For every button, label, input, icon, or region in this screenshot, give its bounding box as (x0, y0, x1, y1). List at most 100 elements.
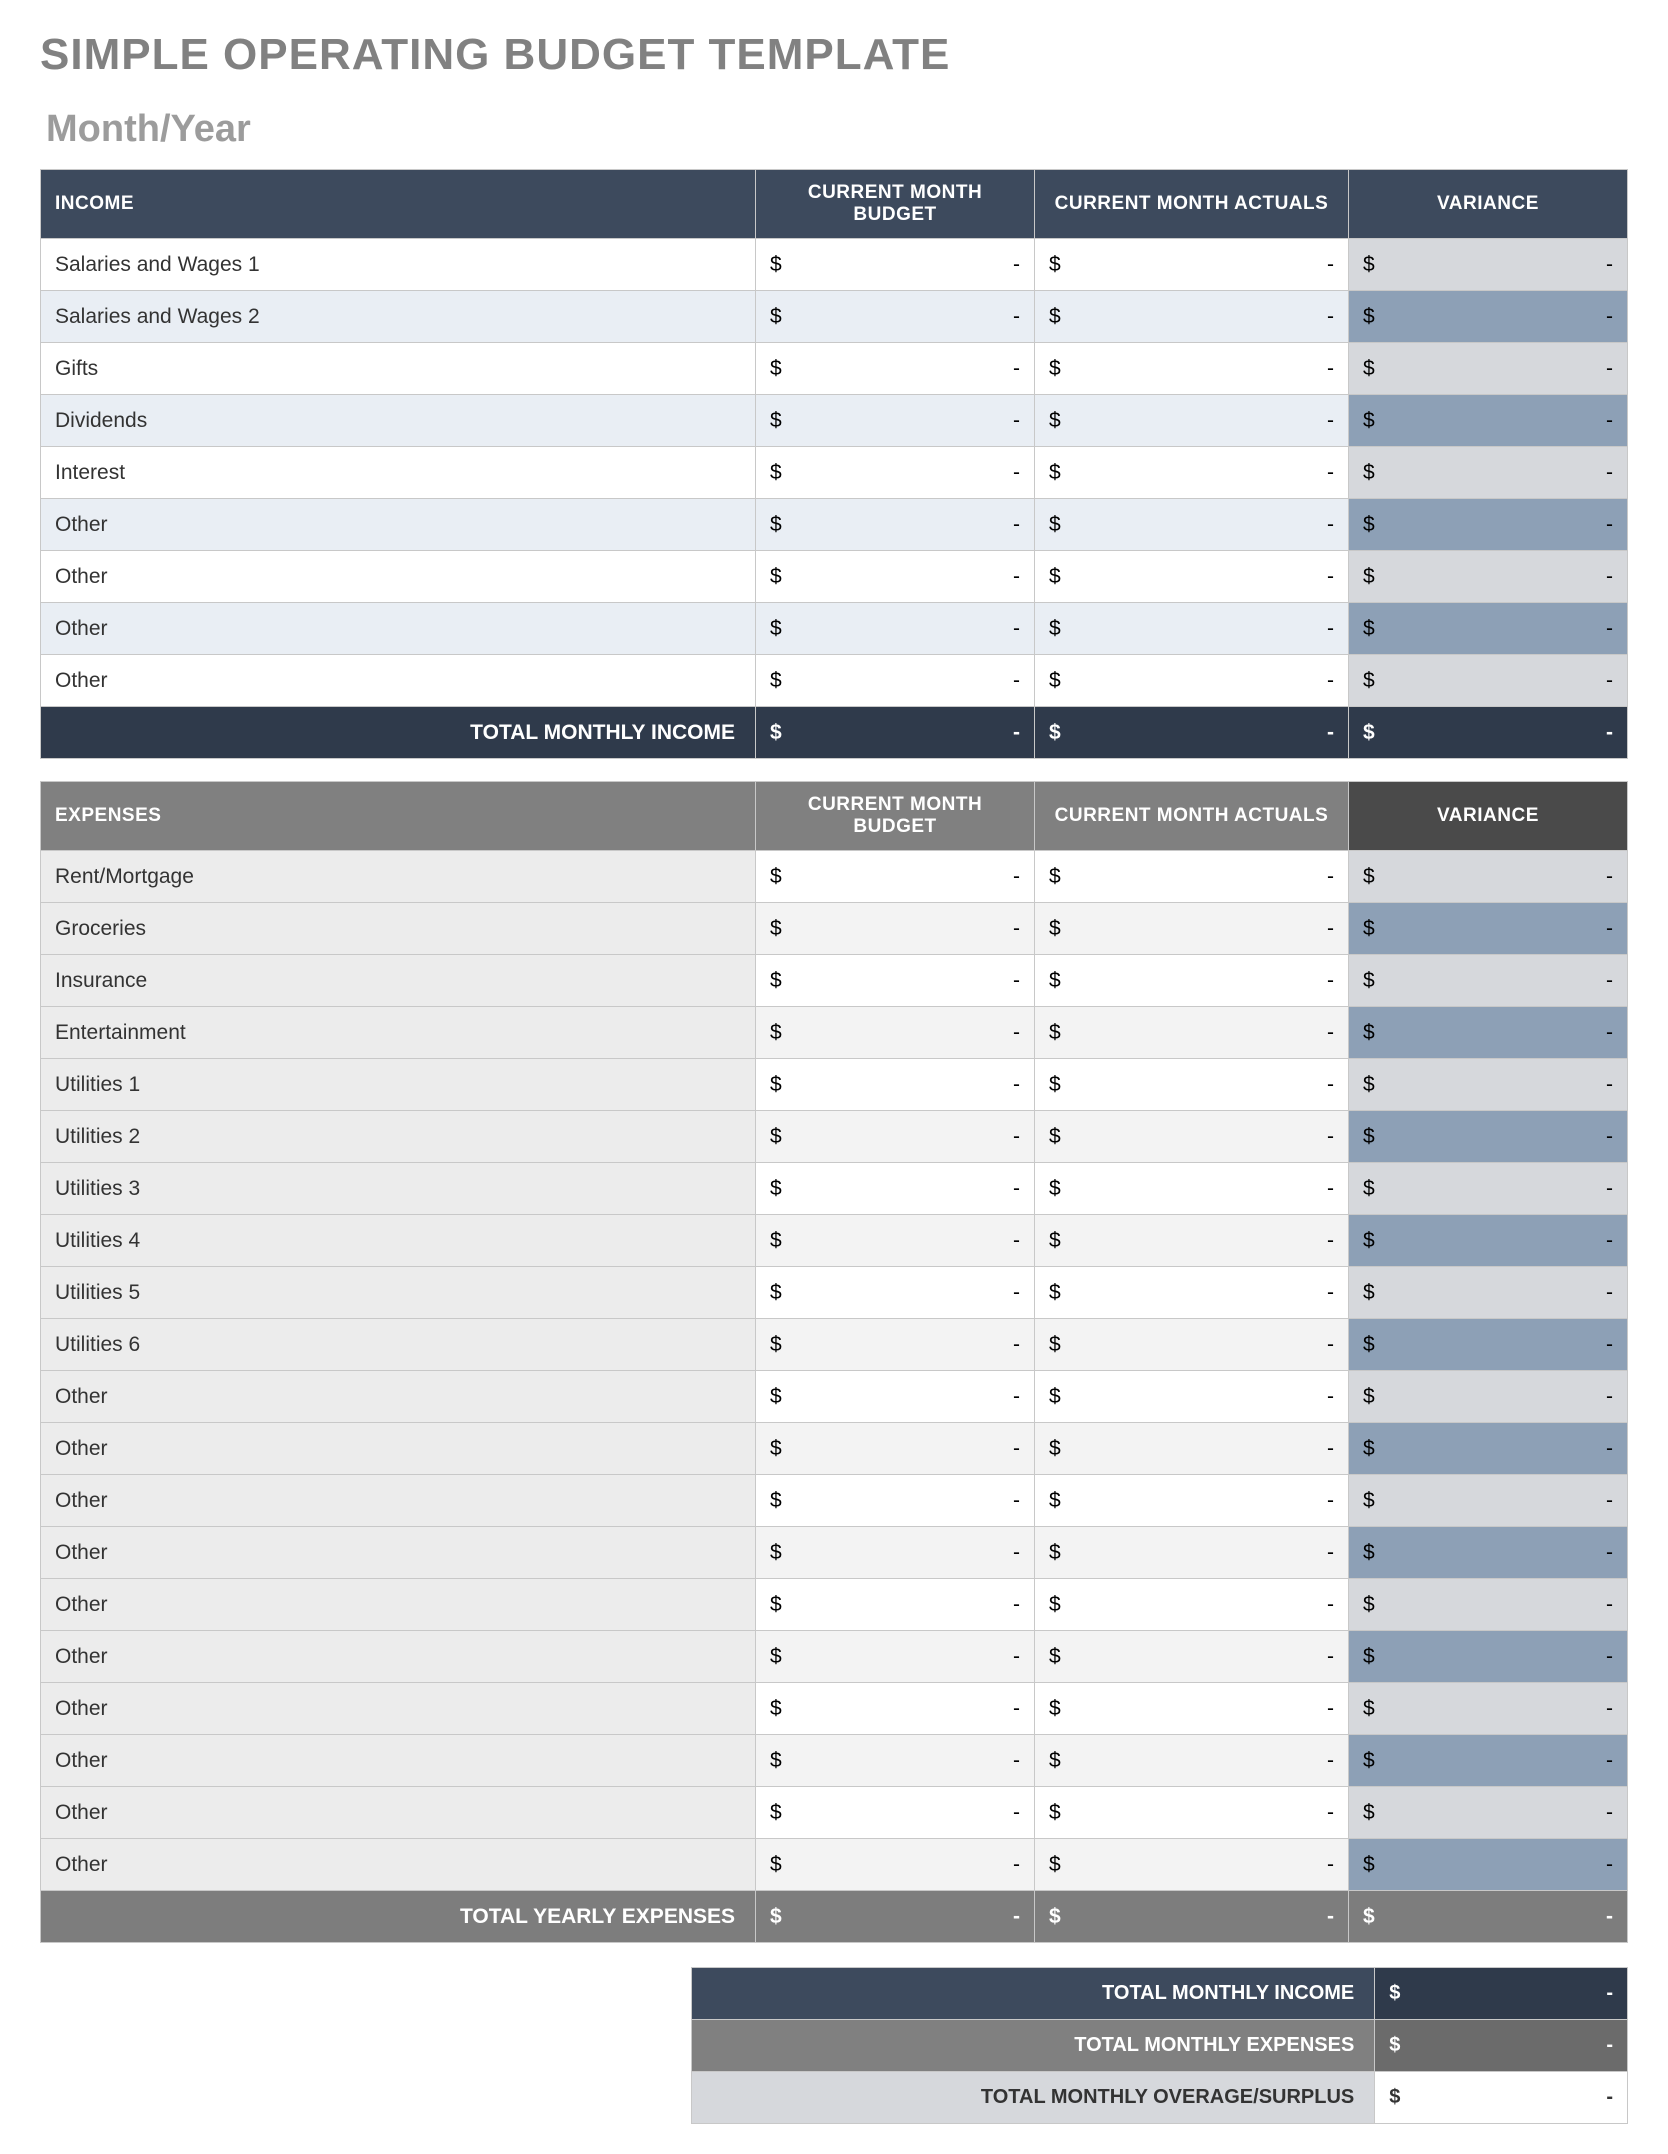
expense-row-label[interactable]: Other (41, 1787, 756, 1839)
expense-row-budget[interactable]: $- (756, 1215, 1035, 1267)
expense-row-label[interactable]: Other (41, 1475, 756, 1527)
expense-row-label[interactable]: Other (41, 1683, 756, 1735)
income-row-budget[interactable]: $- (756, 291, 1035, 343)
expense-row-actuals[interactable]: $- (1035, 1111, 1349, 1163)
expense-row-label[interactable]: Utilities 4 (41, 1215, 756, 1267)
income-row-budget[interactable]: $- (756, 343, 1035, 395)
expense-row-budget[interactable]: $- (756, 1839, 1035, 1891)
income-row-budget[interactable]: $- (756, 655, 1035, 707)
expense-row-budget[interactable]: $- (756, 1163, 1035, 1215)
expense-row-budget[interactable]: $- (756, 1787, 1035, 1839)
expense-row-actuals[interactable]: $- (1035, 1319, 1349, 1371)
expense-row-actuals[interactable]: $- (1035, 1579, 1349, 1631)
expense-row-label[interactable]: Groceries (41, 903, 756, 955)
expense-row-budget[interactable]: $- (756, 1111, 1035, 1163)
expense-row: Other$-$-$- (41, 1475, 1628, 1527)
expense-row: Other$-$-$- (41, 1579, 1628, 1631)
expense-row-actuals[interactable]: $- (1035, 1631, 1349, 1683)
income-row: Salaries and Wages 1$-$-$- (41, 239, 1628, 291)
expense-row-actuals[interactable]: $- (1035, 1527, 1349, 1579)
expense-row-label[interactable]: Utilities 2 (41, 1111, 756, 1163)
expense-row-budget[interactable]: $- (756, 1319, 1035, 1371)
expense-row-label[interactable]: Utilities 3 (41, 1163, 756, 1215)
income-row-actuals[interactable]: $- (1035, 447, 1349, 499)
expense-row-budget[interactable]: $- (756, 1475, 1035, 1527)
expense-row-variance: $- (1348, 1787, 1627, 1839)
expense-row-actuals[interactable]: $- (1035, 955, 1349, 1007)
income-row-budget[interactable]: $- (756, 603, 1035, 655)
expense-row-actuals[interactable]: $- (1035, 1735, 1349, 1787)
expense-row-label[interactable]: Rent/Mortgage (41, 851, 756, 903)
expense-row-label[interactable]: Other (41, 1579, 756, 1631)
expense-row-budget[interactable]: $- (756, 1735, 1035, 1787)
income-row-budget[interactable]: $- (756, 395, 1035, 447)
expense-row-actuals[interactable]: $- (1035, 1059, 1349, 1111)
income-row-label[interactable]: Other (41, 655, 756, 707)
income-row-label[interactable]: Other (41, 603, 756, 655)
expense-row-label[interactable]: Utilities 5 (41, 1267, 756, 1319)
expense-row-budget[interactable]: $- (756, 1631, 1035, 1683)
expense-row-label[interactable]: Other (41, 1839, 756, 1891)
expense-row-budget[interactable]: $- (756, 955, 1035, 1007)
expense-row-actuals[interactable]: $- (1035, 1007, 1349, 1059)
expense-row-budget[interactable]: $- (756, 903, 1035, 955)
expense-row: Utilities 4$-$-$- (41, 1215, 1628, 1267)
income-row-label[interactable]: Other (41, 551, 756, 603)
expense-row-actuals[interactable]: $- (1035, 851, 1349, 903)
income-row-actuals[interactable]: $- (1035, 499, 1349, 551)
income-col-actuals: CURRENT MONTH ACTUALS (1035, 170, 1349, 239)
expense-row-actuals[interactable]: $- (1035, 1475, 1349, 1527)
expense-row: Other$-$-$- (41, 1839, 1628, 1891)
expense-row-budget[interactable]: $- (756, 1527, 1035, 1579)
expense-row-label[interactable]: Other (41, 1631, 756, 1683)
expense-row-label[interactable]: Other (41, 1527, 756, 1579)
expense-row-budget[interactable]: $- (756, 1059, 1035, 1111)
expenses-total-label: TOTAL YEARLY EXPENSES (41, 1891, 756, 1943)
income-row-label[interactable]: Dividends (41, 395, 756, 447)
income-row-actuals[interactable]: $- (1035, 343, 1349, 395)
income-row-label[interactable]: Other (41, 499, 756, 551)
income-row-label[interactable]: Interest (41, 447, 756, 499)
income-row-actuals[interactable]: $- (1035, 291, 1349, 343)
income-row-actuals[interactable]: $- (1035, 603, 1349, 655)
expense-row-label[interactable]: Utilities 6 (41, 1319, 756, 1371)
expense-row-budget[interactable]: $- (756, 1683, 1035, 1735)
income-row-actuals[interactable]: $- (1035, 551, 1349, 603)
expense-row-budget[interactable]: $- (756, 851, 1035, 903)
income-row-budget[interactable]: $- (756, 447, 1035, 499)
expense-row-budget[interactable]: $- (756, 1267, 1035, 1319)
income-row-label[interactable]: Salaries and Wages 2 (41, 291, 756, 343)
expenses-col-budget: CURRENT MONTH BUDGET (756, 782, 1035, 851)
expense-row-label[interactable]: Insurance (41, 955, 756, 1007)
expense-row-label[interactable]: Other (41, 1371, 756, 1423)
income-row-budget[interactable]: $- (756, 551, 1035, 603)
expense-row-actuals[interactable]: $- (1035, 1423, 1349, 1475)
expense-row-actuals[interactable]: $- (1035, 1267, 1349, 1319)
expense-row-label[interactable]: Other (41, 1423, 756, 1475)
expense-row-actuals[interactable]: $- (1035, 1371, 1349, 1423)
expense-row-actuals[interactable]: $- (1035, 1683, 1349, 1735)
expense-row-actuals[interactable]: $- (1035, 903, 1349, 955)
expense-row-budget[interactable]: $- (756, 1423, 1035, 1475)
income-row-actuals[interactable]: $- (1035, 239, 1349, 291)
expense-row-actuals[interactable]: $- (1035, 1163, 1349, 1215)
expense-row-budget[interactable]: $- (756, 1579, 1035, 1631)
expense-row-label[interactable]: Other (41, 1735, 756, 1787)
income-row-budget[interactable]: $- (756, 499, 1035, 551)
expense-row-budget[interactable]: $- (756, 1371, 1035, 1423)
expense-row-budget[interactable]: $- (756, 1007, 1035, 1059)
income-row-label[interactable]: Salaries and Wages 1 (41, 239, 756, 291)
income-row-actuals[interactable]: $- (1035, 655, 1349, 707)
expense-row-label[interactable]: Entertainment (41, 1007, 756, 1059)
expense-row-actuals[interactable]: $- (1035, 1215, 1349, 1267)
income-row-label[interactable]: Gifts (41, 343, 756, 395)
income-row-variance: $- (1348, 551, 1627, 603)
expense-row-label[interactable]: Utilities 1 (41, 1059, 756, 1111)
expense-row-actuals[interactable]: $- (1035, 1839, 1349, 1891)
expense-row-variance: $- (1348, 955, 1627, 1007)
income-row-budget[interactable]: $- (756, 239, 1035, 291)
period-heading: Month/Year (46, 108, 1628, 151)
expense-row-variance: $- (1348, 1371, 1627, 1423)
expense-row-actuals[interactable]: $- (1035, 1787, 1349, 1839)
income-row-actuals[interactable]: $- (1035, 395, 1349, 447)
